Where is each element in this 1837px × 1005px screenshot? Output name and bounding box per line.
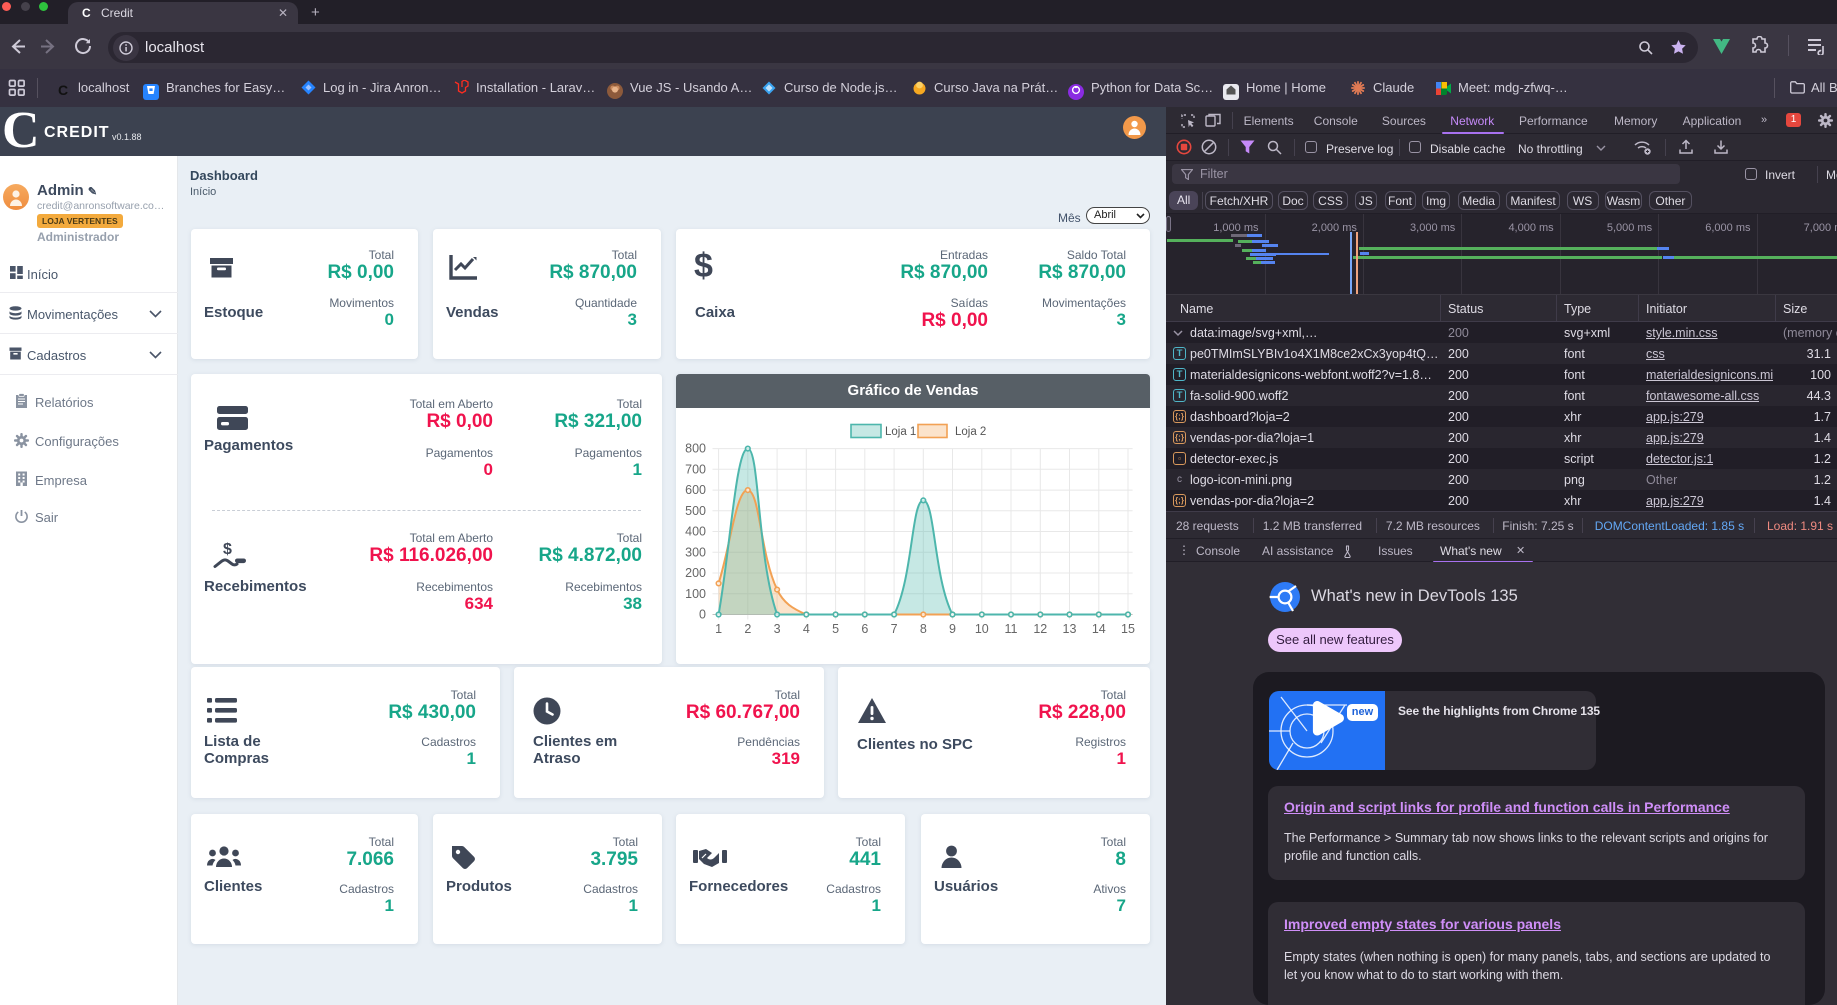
svg-text:5: 5 — [832, 622, 839, 636]
svg-text:6: 6 — [861, 622, 868, 636]
svg-text:200: 200 — [685, 566, 706, 580]
svg-text:$: $ — [223, 541, 232, 558]
svg-text:600: 600 — [685, 483, 706, 497]
svg-text:4: 4 — [803, 622, 810, 636]
svg-text:Loja 1: Loja 1 — [885, 426, 916, 438]
svg-text:1: 1 — [715, 622, 722, 636]
svg-text:300: 300 — [685, 545, 706, 559]
svg-text:0: 0 — [699, 608, 706, 622]
svg-text:400: 400 — [685, 525, 706, 539]
svg-text:13: 13 — [1063, 622, 1077, 636]
svg-text:Loja 2: Loja 2 — [955, 426, 986, 438]
svg-text:11: 11 — [1005, 622, 1018, 636]
svg-text:8: 8 — [920, 622, 927, 636]
svg-text:500: 500 — [685, 504, 706, 518]
svg-text:7: 7 — [891, 622, 898, 636]
svg-text:2: 2 — [744, 622, 751, 636]
svg-text:12: 12 — [1033, 622, 1047, 636]
svg-text:10: 10 — [975, 622, 989, 636]
svg-text:100: 100 — [685, 587, 706, 601]
svg-text:800: 800 — [685, 442, 706, 456]
svg-text:14: 14 — [1092, 622, 1106, 636]
svg-text:3: 3 — [774, 622, 781, 636]
svg-text:700: 700 — [685, 462, 706, 476]
svg-text:9: 9 — [949, 622, 956, 636]
svg-text:15: 15 — [1121, 622, 1135, 636]
